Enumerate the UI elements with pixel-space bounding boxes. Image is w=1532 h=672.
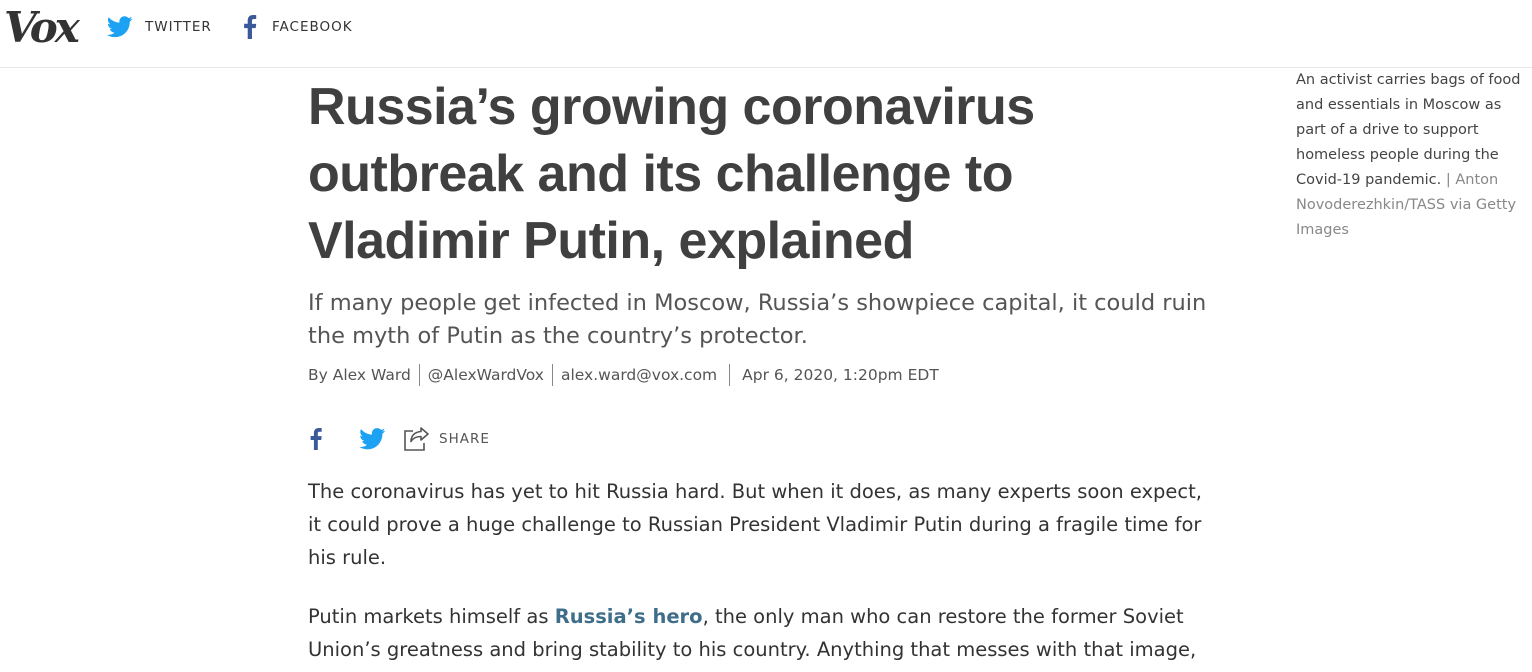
author-link[interactable]: By Alex Ward — [308, 366, 411, 384]
share-icon — [404, 427, 429, 451]
facebook-label: FACEBOOK — [272, 19, 353, 35]
facebook-icon — [310, 428, 322, 450]
caption-separator: | — [1445, 172, 1451, 188]
article-paragraph: Putin markets himself as Russia’s hero, … — [308, 600, 1218, 666]
article-dek: If many people get infected in Moscow, R… — [308, 290, 1207, 349]
article-headline: Russia’s growing coronavirus outbreak an… — [308, 78, 1035, 270]
author-email-link[interactable]: alex.ward@vox.com — [561, 366, 717, 384]
author-twitter-handle[interactable]: @AlexWardVox — [428, 366, 544, 384]
caption-text: An activist carries bags of food and ess… — [1296, 72, 1521, 188]
share-twitter-button[interactable] — [359, 428, 386, 450]
facebook-link[interactable]: FACEBOOK — [240, 15, 353, 39]
article-paragraph: The coronavirus has yet to hit Russia ha… — [308, 480, 1202, 569]
twitter-link[interactable]: TWITTER — [107, 15, 212, 39]
byline-divider — [729, 364, 731, 386]
paragraph-text: Putin markets himself as — [308, 605, 555, 628]
byline: By Alex Ward @AlexWardVox alex.ward@vox.… — [308, 363, 939, 387]
share-label: SHARE — [439, 431, 490, 447]
share-facebook-button[interactable] — [305, 428, 327, 450]
share-bar: SHARE — [305, 424, 490, 454]
facebook-icon — [244, 15, 257, 39]
publish-date: Apr 6, 2020, 1:20pm EDT — [742, 366, 939, 384]
byline-divider — [418, 364, 420, 386]
twitter-icon — [107, 16, 133, 38]
twitter-icon — [359, 428, 386, 450]
russias-hero-link[interactable]: Russia’s hero — [555, 605, 703, 628]
vox-logo[interactable]: Vox — [4, 4, 80, 52]
twitter-label: TWITTER — [145, 19, 212, 35]
share-more-button[interactable]: SHARE — [403, 426, 490, 452]
byline-divider — [551, 364, 553, 386]
image-caption: An activist carries bags of food and ess… — [1296, 68, 1528, 243]
site-header: Vox TWITTER FACEBOOK — [0, 0, 1532, 68]
